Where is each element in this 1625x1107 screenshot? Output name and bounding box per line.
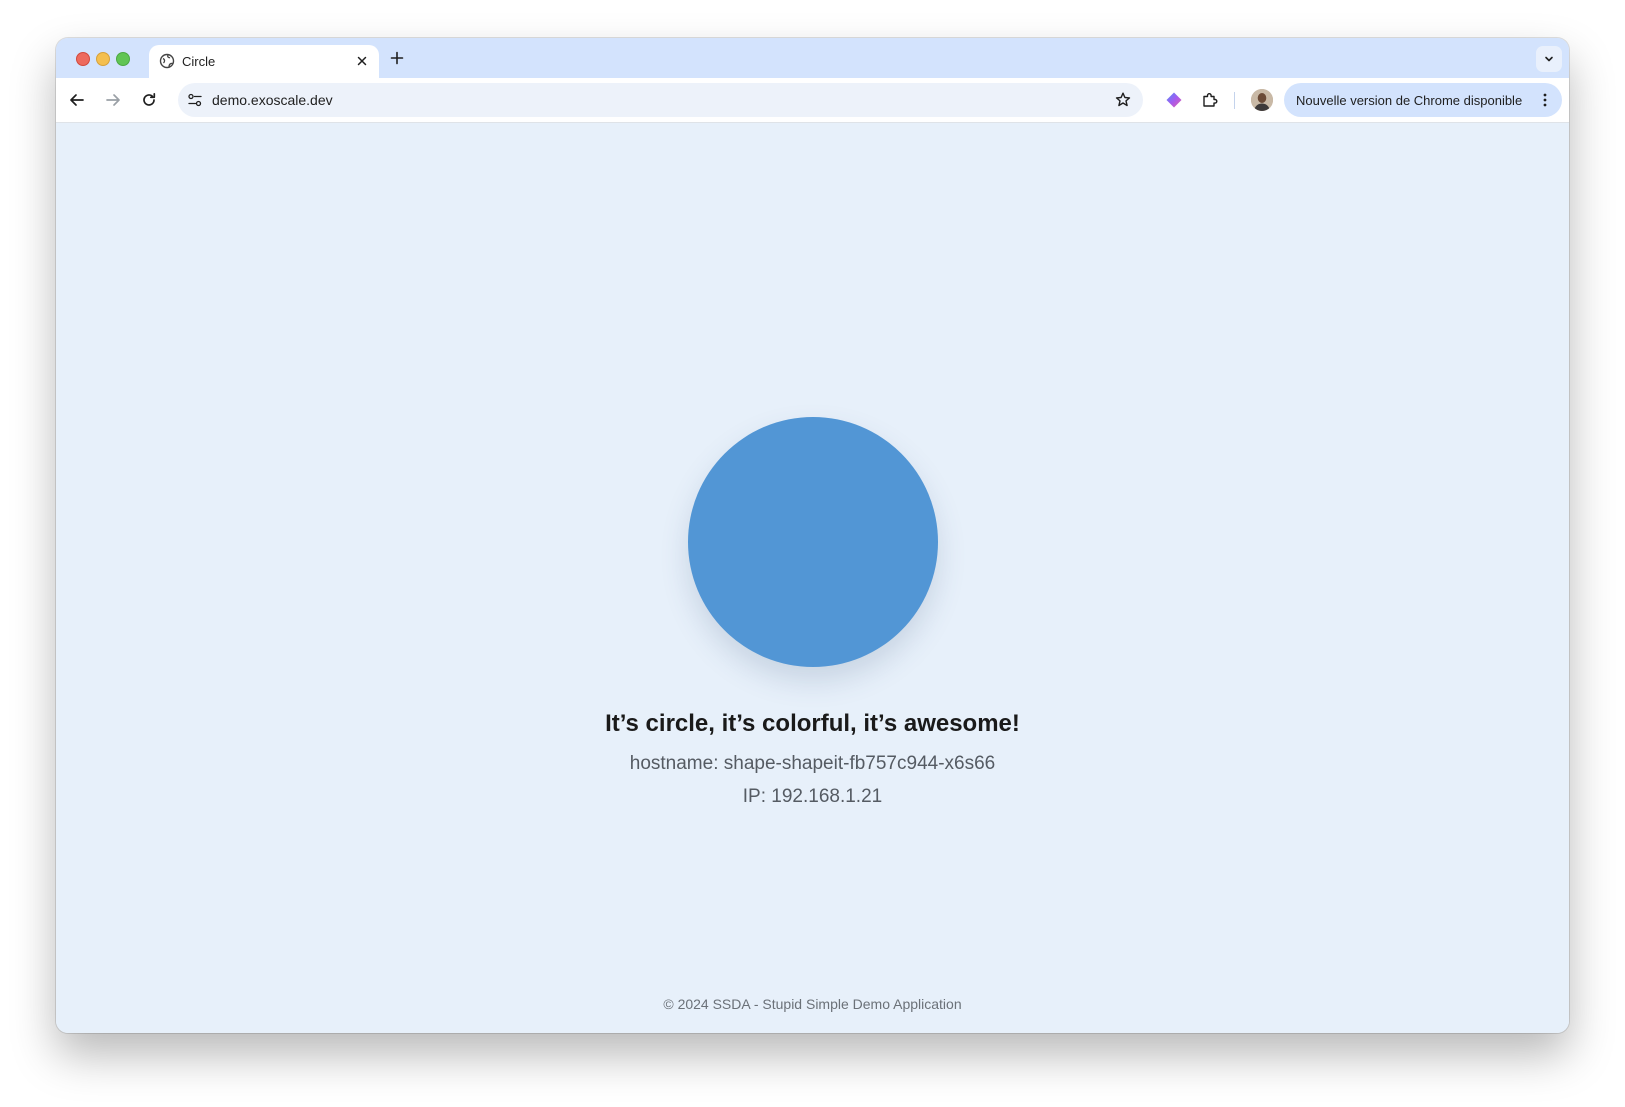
globe-icon	[159, 53, 175, 69]
close-window-button[interactable]	[76, 52, 90, 66]
ip-text: IP: 192.168.1.21	[742, 786, 883, 807]
profile-avatar-icon	[1251, 89, 1273, 111]
maximize-window-button[interactable]	[116, 52, 130, 66]
minimize-window-button[interactable]	[96, 52, 110, 66]
avatar[interactable]	[1251, 89, 1273, 111]
page-headline: It’s circle, it’s colorful, it’s awesome…	[605, 710, 1020, 737]
update-label: Nouvelle version de Chrome disponible	[1296, 93, 1523, 108]
tune-icon[interactable]	[187, 92, 203, 108]
tab-search-button[interactable]	[1536, 46, 1562, 72]
tab-strip: Circle	[56, 38, 1569, 78]
chrome-update-button[interactable]: Nouvelle version de Chrome disponible	[1284, 83, 1562, 117]
plus-icon[interactable]	[389, 50, 405, 66]
star-icon[interactable]	[1114, 91, 1132, 109]
kebab-icon[interactable]	[1537, 92, 1553, 108]
page-footer: © 2024 SSDA - Stupid Simple Demo Applica…	[663, 996, 962, 1012]
hostname-text: hostname: shape-shapeit-fb757c944-x6s66	[629, 753, 996, 774]
arrow-right-icon[interactable]	[104, 91, 122, 109]
chevron-down-icon	[1545, 56, 1553, 62]
address-bar[interactable]: demo.exoscale.dev	[178, 83, 1143, 117]
browser-toolbar: demo.exoscale.dev Nouvelle version de Ch…	[56, 78, 1569, 123]
browser-window: Circle demo.exoscale.dev Nouvelle versio…	[56, 38, 1569, 1033]
toolbar-divider	[1234, 92, 1235, 109]
circle-shape	[688, 417, 938, 667]
puzzle-icon[interactable]	[1201, 91, 1219, 109]
reload-icon[interactable]	[140, 91, 158, 109]
close-icon[interactable]	[355, 54, 369, 68]
url-text[interactable]: demo.exoscale.dev	[212, 92, 333, 108]
tab-title: Circle	[182, 54, 216, 69]
page-content: It’s circle, it’s colorful, it’s awesome…	[56, 123, 1569, 1033]
arrow-left-icon[interactable]	[68, 91, 86, 109]
gem-icon[interactable]	[1165, 91, 1183, 109]
tab-circle[interactable]: Circle	[149, 45, 379, 78]
